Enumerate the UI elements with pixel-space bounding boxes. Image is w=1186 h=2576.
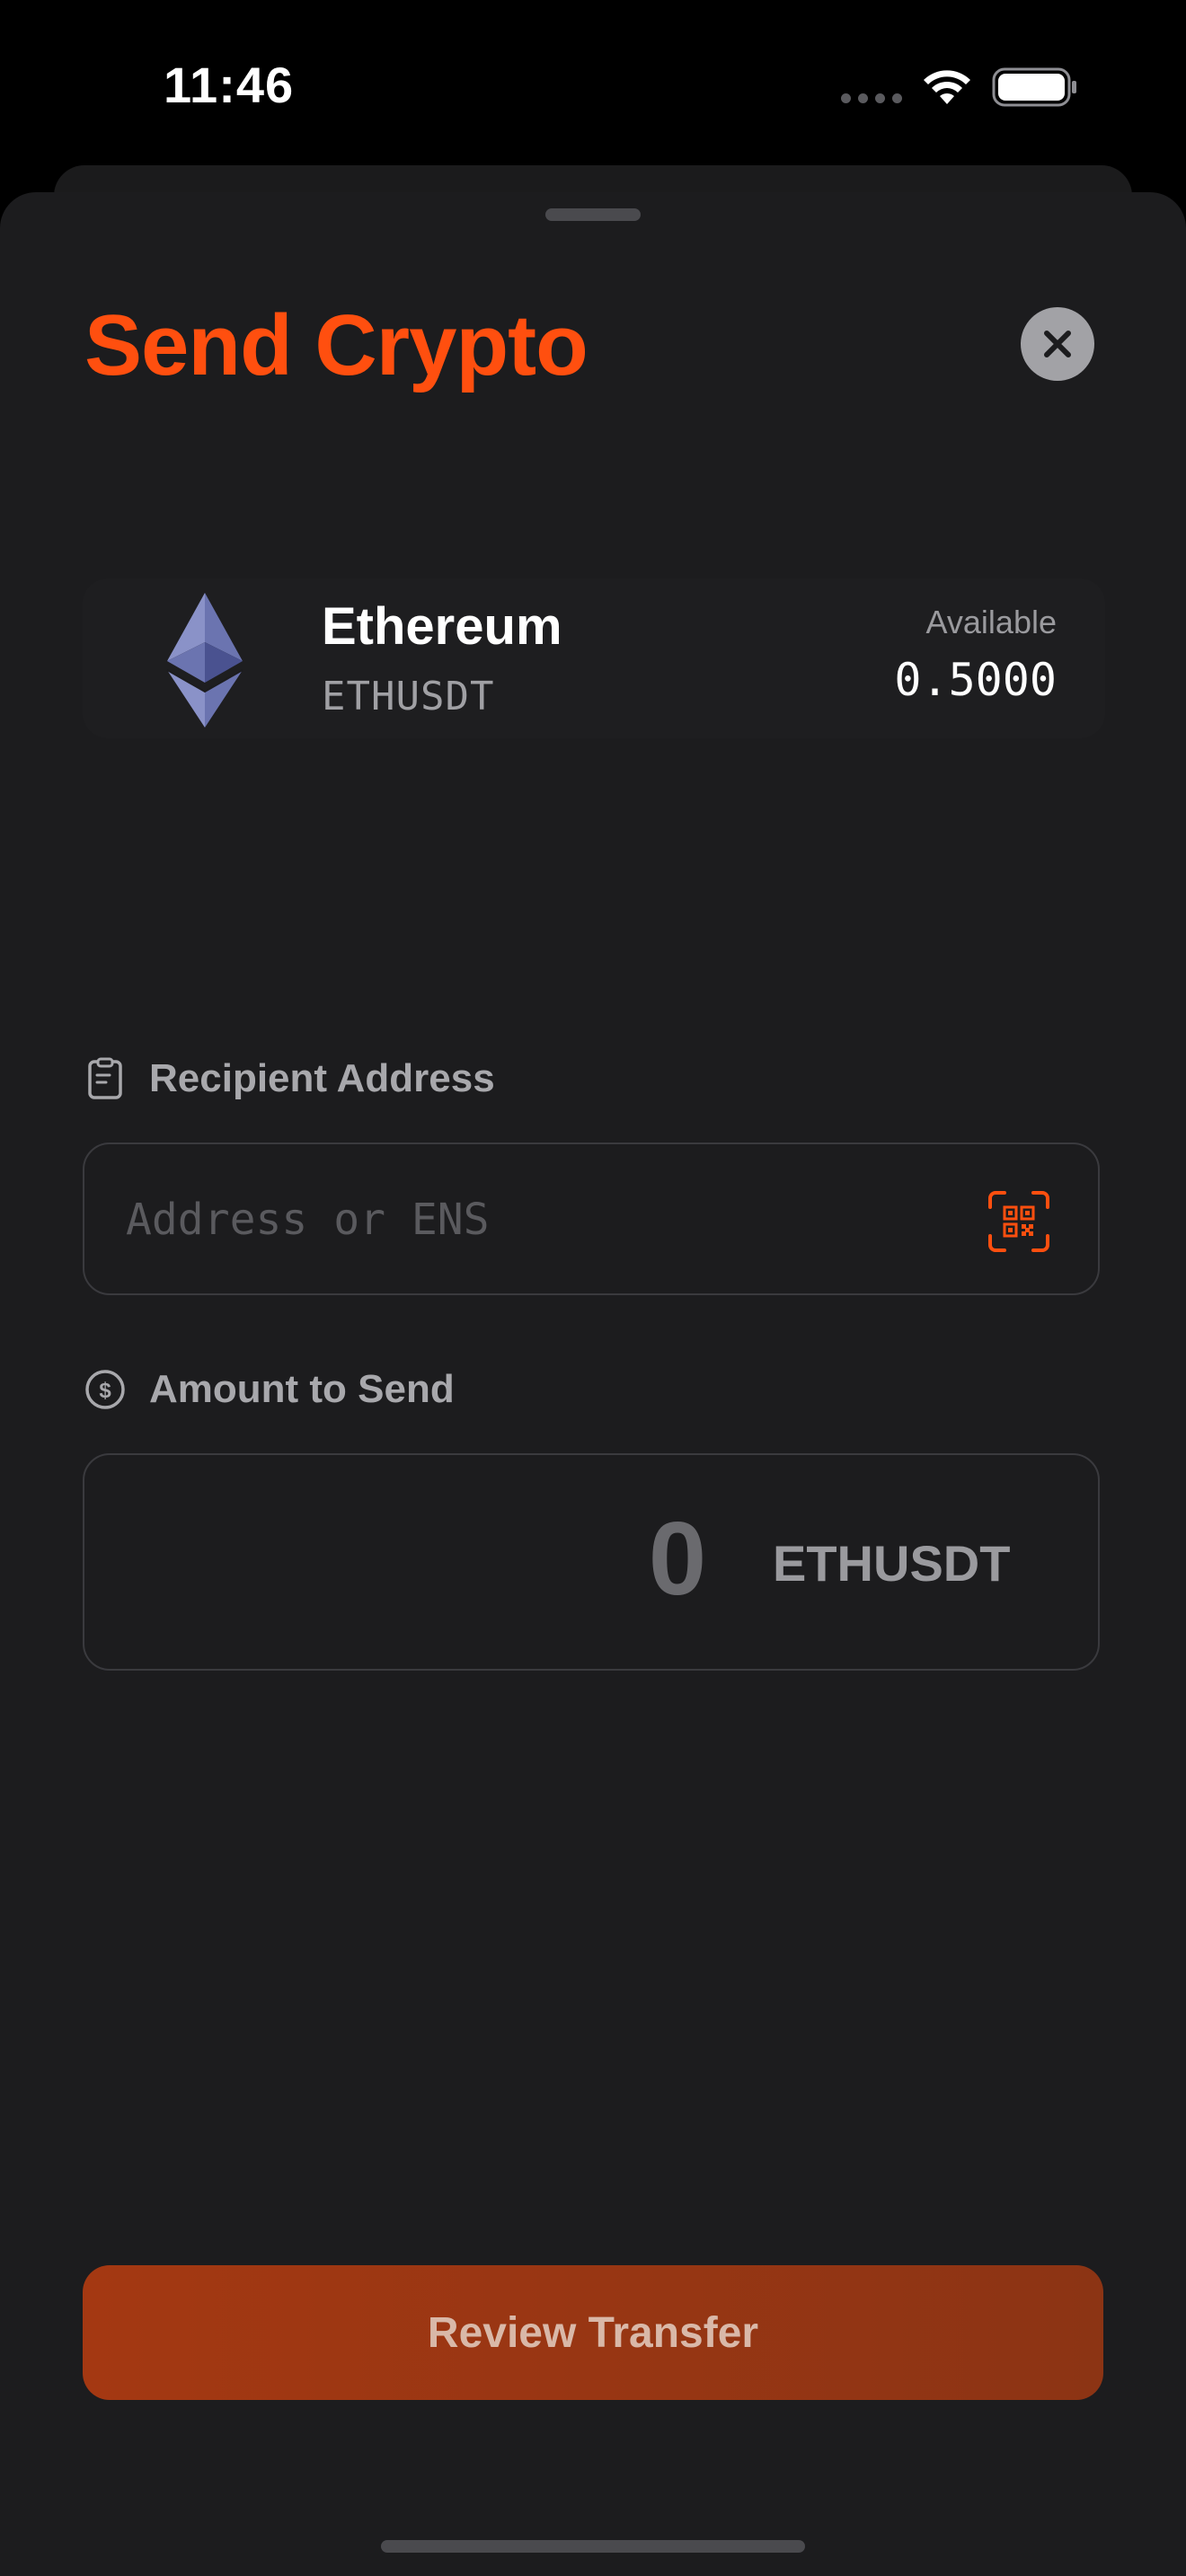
close-button[interactable]: [1021, 307, 1094, 381]
address-field[interactable]: [83, 1142, 1100, 1295]
address-input[interactable]: [126, 1182, 934, 1257]
asset-name: Ethereum: [322, 597, 562, 656]
sheet-grabber[interactable]: [545, 208, 641, 221]
amount-field[interactable]: 0 ETHUSDT: [83, 1453, 1100, 1671]
recipient-address-label: Recipient Address: [84, 1056, 495, 1101]
svg-text:$: $: [99, 1379, 111, 1403]
battery-icon: [992, 67, 1076, 107]
status-time: 11:46: [164, 57, 295, 113]
wifi-icon: [924, 70, 970, 104]
amount-to-send-label-text: Amount to Send: [149, 1367, 455, 1411]
review-transfer-button[interactable]: Review Transfer: [83, 2265, 1103, 2400]
recipient-address-label-text: Recipient Address: [149, 1056, 495, 1100]
signal-dots-icon: [841, 93, 902, 104]
amount-input[interactable]: 0: [552, 1498, 803, 1619]
amount-to-send-label: $ Amount to Send: [84, 1367, 455, 1412]
page-title: Send Crypto: [84, 297, 589, 393]
clipboard-icon: [88, 1057, 122, 1099]
available-label: Available: [925, 604, 1057, 640]
asset-card[interactable]: Ethereum ETHUSDT Available 0.5000: [83, 578, 1105, 738]
available-balance: 0.5000: [894, 654, 1057, 706]
home-indicator[interactable]: [381, 2540, 805, 2553]
send-crypto-screen: 11:46 Send Crypto Ethereum ETHUSDT Avail…: [0, 0, 1186, 2576]
qr-scan-icon[interactable]: [987, 1189, 1051, 1254]
close-icon: [1044, 331, 1071, 357]
send-sheet: Send Crypto Ethereum ETHUSDT Available 0…: [0, 192, 1186, 2576]
asset-symbol: ETHUSDT: [322, 674, 495, 719]
ethereum-icon: [166, 593, 243, 728]
amount-unit: ETHUSDT: [773, 1535, 1011, 1592]
dollar-circle-icon: $: [85, 1370, 125, 1409]
